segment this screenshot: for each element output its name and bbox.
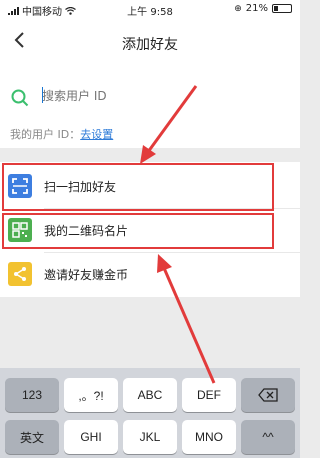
key-ghi[interactable]: GHI — [64, 420, 118, 454]
highlight-box-scan — [2, 163, 274, 211]
key-english[interactable]: 英文 — [5, 420, 59, 454]
my-id-label: 我的用户 ID： — [10, 128, 81, 141]
page-title: 添加好友 — [122, 37, 178, 53]
status-bar: 中国移动 上午 9:58 ⊕ 21% — [0, 0, 300, 18]
invite-friends-label: 邀请好友赚金币 — [44, 268, 129, 282]
delete-key[interactable] — [241, 378, 295, 412]
nav-bar: 添加好友 — [0, 18, 300, 66]
key-def[interactable]: DEF — [182, 378, 236, 412]
backspace-icon — [258, 388, 278, 402]
search-icon — [11, 89, 29, 107]
my-user-id: 我的用户 ID：去设置 — [10, 126, 113, 142]
search-input[interactable] — [42, 84, 282, 108]
battery-percent: 21% — [245, 3, 268, 14]
share-icon — [8, 262, 32, 286]
status-right: ⊕ 21% — [234, 3, 292, 14]
key-123[interactable]: 123 — [5, 378, 59, 412]
key-punctuation[interactable]: ,。?! — [64, 378, 118, 412]
key-mno[interactable]: MNO — [182, 420, 236, 454]
highlight-box-qrcode — [2, 213, 274, 249]
keyboard: 123 ,。?! ABC DEF 英文 GHI JKL MNO ^^ — [0, 368, 300, 458]
battery-icon — [272, 4, 292, 13]
key-jkl[interactable]: JKL — [123, 420, 177, 454]
text-caret — [42, 87, 43, 103]
key-abc[interactable]: ABC — [123, 378, 177, 412]
orientation-lock-icon: ⊕ — [234, 3, 242, 14]
add-friend-screen: 中国移动 上午 9:58 ⊕ 21% 添加好友 我的用户 ID：去设置 扫一扫 — [0, 0, 300, 458]
invite-friends-item[interactable]: 邀请好友赚金币 — [0, 252, 300, 296]
search-section: 我的用户 ID：去设置 — [0, 66, 300, 148]
set-id-link[interactable]: 去设置 — [80, 128, 113, 141]
key-emoticon[interactable]: ^^ — [241, 420, 295, 454]
